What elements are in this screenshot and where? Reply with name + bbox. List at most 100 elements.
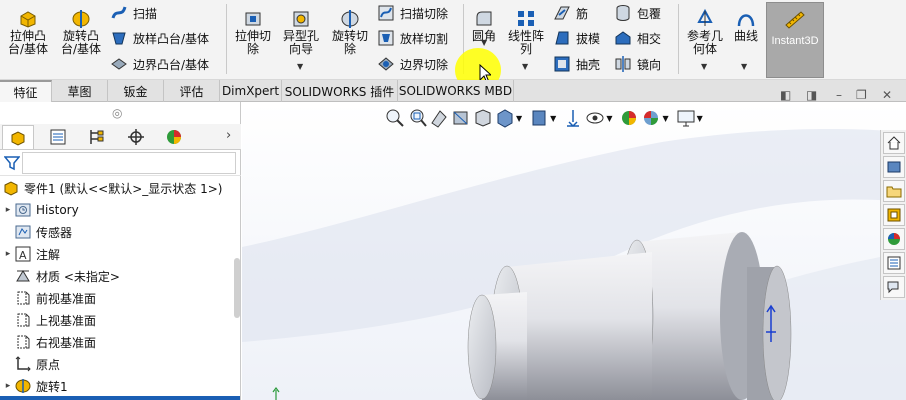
- property-manager-tab[interactable]: [42, 125, 74, 149]
- edit-appearance-eye-icon[interactable]: [584, 107, 606, 129]
- task-pane-file-explorer-icon[interactable]: [883, 180, 905, 202]
- tree-item-annotations[interactable]: ▸ A 注解: [2, 243, 60, 265]
- loft-boss-label: 放样凸台/基体: [133, 31, 210, 46]
- instant3d-button[interactable]: Instant3D: [766, 2, 824, 78]
- expand-arrow-icon[interactable]: ▸: [2, 205, 14, 215]
- tree-scrollbar-thumb[interactable]: [234, 258, 240, 318]
- hide-show-dropdown-icon[interactable]: ▼: [606, 114, 612, 123]
- linear-pattern-icon: [518, 11, 534, 26]
- draft-button[interactable]: 拔模: [553, 28, 600, 48]
- tree-filter-input[interactable]: [22, 152, 236, 174]
- tab-solidworks-mbd[interactable]: SOLIDWORKS MBD: [398, 80, 514, 102]
- linear-pattern-dropdown-icon[interactable]: ▼: [522, 62, 528, 71]
- tree-item-right-plane[interactable]: 右视基准面: [14, 331, 96, 353]
- intersect-button[interactable]: 相交: [614, 28, 661, 48]
- loft-boss-button[interactable]: 放样凸台/基体: [110, 28, 209, 48]
- boundary-cut-icon: [378, 57, 394, 71]
- boundary-boss-button[interactable]: 边界凸台/基体: [110, 54, 209, 74]
- tree-item-origin[interactable]: 原点: [14, 353, 60, 375]
- window-restore-icon[interactable]: ❐: [856, 88, 867, 102]
- swept-cut-button[interactable]: 扫描切除: [377, 3, 448, 23]
- view-settings-monitor-icon[interactable]: [675, 107, 697, 129]
- tab-sheet-metal[interactable]: 钣金: [108, 80, 164, 102]
- display-style-icon[interactable]: [528, 107, 550, 129]
- appearance-dropdown-icon[interactable]: ▼: [662, 114, 668, 123]
- shell-icon: [554, 56, 570, 72]
- task-pane-forum-icon[interactable]: [883, 276, 905, 298]
- scene-icon[interactable]: [640, 107, 662, 129]
- filter-icon[interactable]: [4, 155, 20, 171]
- boundary-cut-button[interactable]: 边界切除: [377, 54, 448, 74]
- boundary-cut-label: 边界切除: [400, 57, 449, 72]
- window-close-icon[interactable]: ✕: [882, 88, 892, 102]
- extrude-cut-button[interactable]: 拉伸切 除: [232, 8, 274, 56]
- task-pane-appearances-icon[interactable]: [883, 228, 905, 250]
- reference-geometry-dropdown-icon[interactable]: ▼: [701, 62, 707, 71]
- display-style-dropdown-icon[interactable]: ▼: [550, 114, 556, 123]
- wrap-button[interactable]: 包覆: [614, 3, 661, 23]
- curves-icon: [737, 14, 755, 27]
- sensor-icon: [15, 225, 31, 239]
- extrude-boss-button[interactable]: 拉伸凸 台/基体: [6, 8, 50, 56]
- task-pane-view-palette-icon[interactable]: [883, 204, 905, 226]
- linear-pattern-button[interactable]: 线性阵 列: [504, 8, 548, 56]
- curves-label: 曲线: [733, 29, 758, 43]
- view-settings-dropdown-icon[interactable]: ▼: [697, 114, 703, 123]
- graphics-area[interactable]: ▼ ▼ ▼ ▼ ▼: [242, 102, 906, 400]
- mirror-button[interactable]: 镜向: [614, 54, 661, 74]
- tree-root-part[interactable]: 零件1 (默认<<默认>_显示状态 1>): [2, 177, 222, 199]
- lofted-cut-button[interactable]: 放样切割: [377, 28, 448, 48]
- tab-solidworks-addins[interactable]: SOLIDWORKS 插件: [282, 80, 398, 102]
- view-orientation-dropdown-icon[interactable]: ▼: [516, 114, 522, 123]
- window-nav-forward-icon[interactable]: ◨: [806, 88, 817, 102]
- previous-view-icon[interactable]: [428, 107, 450, 129]
- sweep-button[interactable]: 扫描: [110, 3, 157, 23]
- command-manager-tabs: 特征 草图 钣金 评估 DimXpert SOLIDWORKS 插件 SOLID…: [0, 80, 906, 102]
- task-pane-design-library-icon[interactable]: [883, 156, 905, 178]
- tab-sketch[interactable]: 草图: [52, 80, 108, 102]
- feature-manager-tab[interactable]: [2, 125, 34, 149]
- loft-boss-icon: [112, 32, 126, 45]
- tree-item-top-plane[interactable]: 上视基准面: [14, 309, 96, 331]
- tab-evaluate[interactable]: 评估: [164, 80, 220, 102]
- hole-wizard-dropdown-icon[interactable]: ▼: [297, 62, 303, 71]
- tab-features[interactable]: 特征: [0, 80, 52, 102]
- curves-dropdown-icon[interactable]: ▼: [741, 62, 747, 71]
- revolve-boss-button[interactable]: 旋转凸 台/基体: [58, 8, 104, 56]
- hide-show-items-icon[interactable]: [562, 107, 584, 129]
- tree-item-revolve1[interactable]: ▸ 旋转1: [2, 375, 68, 397]
- configuration-manager-tab[interactable]: [80, 125, 112, 149]
- tree-item-front-plane[interactable]: 前视基准面: [14, 287, 96, 309]
- task-pane-home-icon[interactable]: [883, 132, 905, 154]
- mirror-icon: [615, 56, 631, 72]
- expand-arrow-icon[interactable]: ▸: [2, 381, 14, 391]
- rib-button[interactable]: 筋: [553, 3, 588, 23]
- zoom-to-fit-icon[interactable]: [384, 107, 406, 129]
- display-manager-tab[interactable]: [158, 125, 190, 149]
- fillet-dropdown-icon[interactable]: ▼: [481, 38, 487, 47]
- task-pane-custom-properties-icon[interactable]: [883, 252, 905, 274]
- hole-wizard-button[interactable]: 异型孔 向导: [278, 8, 324, 56]
- dimxpert-manager-tab[interactable]: [120, 125, 152, 149]
- tree-item-material[interactable]: 材质 <未指定>: [14, 265, 120, 287]
- shell-button[interactable]: 抽壳: [553, 54, 600, 74]
- tree-scrollbar[interactable]: [233, 252, 241, 400]
- reference-geometry-button[interactable]: 参考几 何体: [682, 8, 728, 56]
- tree-item-history[interactable]: ▸ History: [2, 199, 79, 221]
- lofted-cut-icon: [378, 30, 394, 46]
- configuration-icon: [90, 130, 104, 144]
- view-orientation-icon[interactable]: [494, 107, 516, 129]
- revolve-cut-button[interactable]: 旋转切 除: [328, 8, 372, 56]
- zoom-to-area-icon[interactable]: [406, 107, 428, 129]
- curves-button[interactable]: 曲线: [730, 8, 762, 43]
- section-view-icon[interactable]: [450, 107, 472, 129]
- window-minimize-icon[interactable]: –: [836, 88, 842, 102]
- panel-tabs-chevron-right-icon[interactable]: ›: [226, 128, 231, 143]
- panel-drag-handle-icon[interactable]: ◎: [112, 106, 122, 120]
- tree-item-sensors[interactable]: 传感器: [14, 221, 72, 243]
- window-nav-back-icon[interactable]: ◧: [780, 88, 791, 102]
- tab-dimxpert[interactable]: DimXpert: [220, 80, 282, 102]
- dynamic-annotation-icon[interactable]: [472, 107, 494, 129]
- appearance-palette-icon[interactable]: [618, 107, 640, 129]
- expand-arrow-icon[interactable]: ▸: [2, 249, 14, 259]
